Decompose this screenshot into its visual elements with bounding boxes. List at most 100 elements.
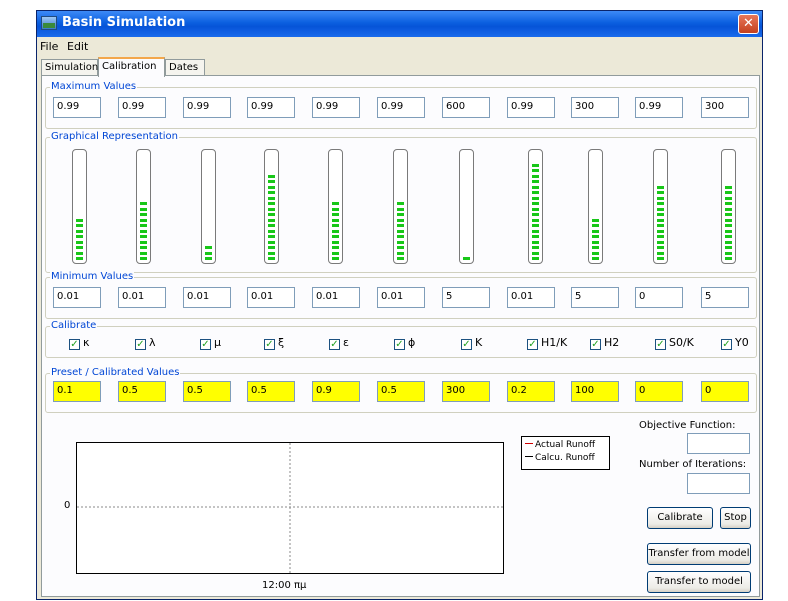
tab-calibration[interactable]: Calibration — [98, 57, 165, 77]
calibrate-checkbox-3[interactable]: ✓ μ — [200, 336, 221, 350]
max-value-field-8[interactable]: 0.99 — [507, 97, 555, 118]
level-segment — [332, 246, 339, 249]
close-button[interactable]: ✕ — [738, 14, 759, 34]
preset-value-field-5[interactable]: 0.9 — [312, 381, 360, 402]
calibrate-checkbox-9[interactable]: ✓ H2 — [590, 336, 619, 350]
min-value-field-4[interactable]: 0.01 — [247, 287, 295, 308]
level-segment — [268, 213, 275, 216]
level-bar-11 — [721, 149, 736, 264]
level-segment — [657, 218, 664, 222]
transfer-to-model-button[interactable]: Transfer to model — [647, 571, 751, 593]
stop-button[interactable]: Stop — [720, 507, 751, 529]
iterations-field[interactable] — [687, 473, 750, 494]
calibrate-checkbox-8[interactable]: ✓ H1/K — [527, 336, 567, 350]
preset-value-field-4[interactable]: 0.5 — [247, 381, 295, 402]
level-bar-2 — [136, 149, 151, 264]
level-segment — [397, 213, 404, 216]
level-segment — [332, 229, 339, 233]
max-value-field-10[interactable]: 0.99 — [635, 97, 683, 118]
checkbox-check-icon[interactable]: ✓ — [69, 339, 80, 350]
min-value-field-1[interactable]: 0.01 — [53, 287, 101, 308]
max-value-field-9[interactable]: 300 — [571, 97, 619, 118]
level-segment — [268, 229, 275, 233]
min-value-field-2[interactable]: 0.01 — [118, 287, 166, 308]
checkbox-check-icon[interactable]: ✓ — [264, 339, 275, 350]
checkbox-check-icon[interactable]: ✓ — [721, 339, 732, 350]
objective-function-field[interactable] — [687, 433, 750, 454]
checkbox-check-icon[interactable]: ✓ — [394, 339, 405, 350]
level-segment — [725, 235, 732, 238]
level-segment — [268, 240, 275, 244]
level-segment — [205, 251, 212, 255]
menu-bar: File Edit — [37, 37, 762, 56]
preset-value-field-9[interactable]: 100 — [571, 381, 619, 402]
app-icon — [41, 16, 57, 30]
legend-label-calcu: Calcu. Runoff — [535, 453, 595, 463]
level-segment — [657, 251, 664, 255]
preset-value-field-7[interactable]: 300 — [442, 381, 490, 402]
level-segment — [397, 240, 404, 244]
max-value-field-2[interactable]: 0.99 — [118, 97, 166, 118]
preset-value-field-10[interactable]: 0 — [635, 381, 683, 402]
min-value-field-3[interactable]: 0.01 — [183, 287, 231, 308]
calibrate-checkbox-2[interactable]: ✓ λ — [135, 336, 156, 350]
checkbox-check-icon[interactable]: ✓ — [135, 339, 146, 350]
calibrate-checkbox-4[interactable]: ✓ ξ — [264, 336, 284, 350]
max-value-field-11[interactable]: 300 — [701, 97, 749, 118]
max-value-field-5[interactable]: 0.99 — [312, 97, 360, 118]
max-value-field-6[interactable]: 0.99 — [377, 97, 425, 118]
transfer-from-model-button[interactable]: Transfer from model — [647, 543, 751, 565]
preset-value-field-1[interactable]: 0.1 — [53, 381, 101, 402]
max-value-field-3[interactable]: 0.99 — [183, 97, 231, 118]
min-value-field-11[interactable]: 5 — [701, 287, 749, 308]
level-segment — [332, 213, 339, 216]
calibrate-checkbox-6[interactable]: ✓ ϕ — [394, 336, 415, 350]
level-segment — [657, 240, 664, 244]
min-value-field-8[interactable]: 0.01 — [507, 287, 555, 308]
tab-dates[interactable]: Dates — [165, 59, 205, 76]
menu-edit[interactable]: Edit — [67, 40, 88, 53]
min-value-field-10[interactable]: 0 — [635, 287, 683, 308]
checkbox-check-icon[interactable]: ✓ — [655, 339, 666, 350]
level-segment — [140, 251, 147, 255]
calibrate-button[interactable]: Calibrate — [647, 507, 713, 529]
preset-value-field-11[interactable]: 0 — [701, 381, 749, 402]
title-bar[interactable]: Basin Simulation ✕ — [37, 11, 762, 37]
calibrate-checkbox-5[interactable]: ✓ ε — [329, 336, 349, 350]
legend-actual-runoff: Actual Runoff — [525, 440, 595, 450]
level-segment — [268, 246, 275, 249]
level-segment — [532, 202, 539, 205]
level-segment — [592, 251, 599, 255]
preset-value-field-3[interactable]: 0.5 — [183, 381, 231, 402]
level-segment — [140, 202, 147, 205]
checkbox-check-icon[interactable]: ✓ — [200, 339, 211, 350]
min-value-field-7[interactable]: 5 — [442, 287, 490, 308]
preset-value-field-6[interactable]: 0.5 — [377, 381, 425, 402]
level-segment — [657, 235, 664, 238]
min-value-field-9[interactable]: 5 — [571, 287, 619, 308]
calibrate-checkbox-1[interactable]: ✓ κ — [69, 336, 89, 350]
min-value-field-5[interactable]: 0.01 — [312, 287, 360, 308]
checkbox-check-icon[interactable]: ✓ — [590, 339, 601, 350]
max-value-field-4[interactable]: 0.99 — [247, 97, 295, 118]
calibrate-checkbox-7[interactable]: ✓ K — [461, 336, 482, 350]
checkbox-check-icon[interactable]: ✓ — [329, 339, 340, 350]
calibrate-checkbox-11[interactable]: ✓ Y0 — [721, 336, 749, 350]
level-segment — [532, 240, 539, 244]
max-value-field-1[interactable]: 0.99 — [53, 97, 101, 118]
level-segment — [205, 246, 212, 249]
group-title-graph: Graphical Representation — [50, 131, 179, 142]
menu-file[interactable]: File — [40, 40, 58, 53]
calibrate-checkbox-label: H1/K — [541, 336, 568, 349]
preset-value-field-2[interactable]: 0.5 — [118, 381, 166, 402]
min-value-field-6[interactable]: 0.01 — [377, 287, 425, 308]
level-segment — [76, 229, 83, 233]
checkbox-check-icon[interactable]: ✓ — [461, 339, 472, 350]
calibrate-checkbox-10[interactable]: ✓ S0/K — [655, 336, 694, 350]
tab-simulation[interactable]: Simulation — [41, 59, 98, 76]
checkbox-check-icon[interactable]: ✓ — [527, 339, 538, 350]
level-segment — [76, 251, 83, 255]
level-segment — [397, 207, 404, 211]
max-value-field-7[interactable]: 600 — [442, 97, 490, 118]
preset-value-field-8[interactable]: 0.2 — [507, 381, 555, 402]
